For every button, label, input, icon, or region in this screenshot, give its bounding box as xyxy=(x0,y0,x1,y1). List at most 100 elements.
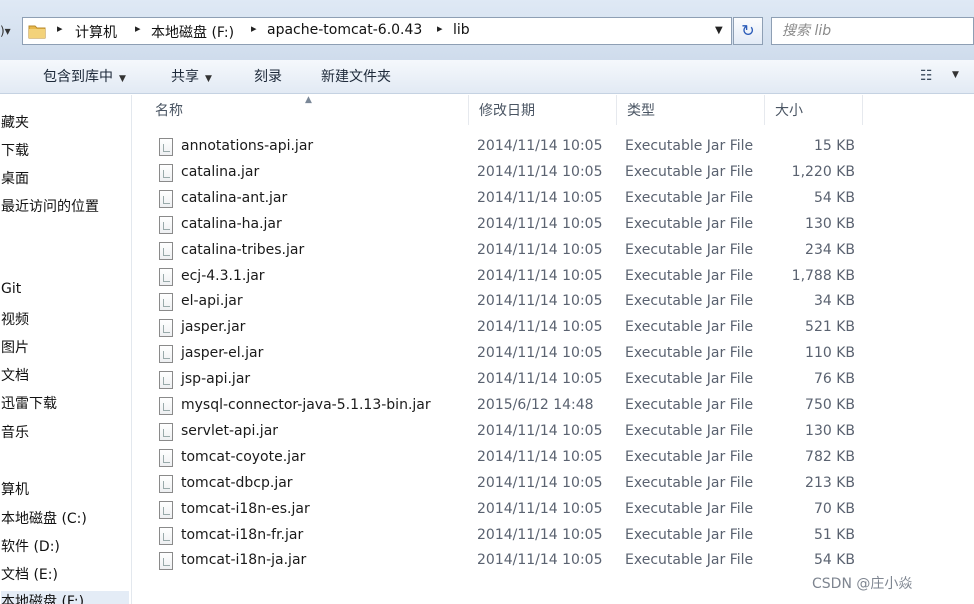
file-type: Executable Jar File xyxy=(625,319,754,336)
file-modified-date: 2014/11/14 10:05 xyxy=(477,319,603,336)
chevron-down-icon[interactable]: ▼ xyxy=(952,70,959,80)
column-header-name[interactable]: 名称 xyxy=(145,95,469,125)
file-list: ▲ 名称 修改日期 类型 大小 annotations-api.jar 2014… xyxy=(133,95,974,604)
breadcrumb-lib[interactable]: lib xyxy=(453,22,470,38)
file-row[interactable]: jasper-el.jar 2014/11/14 10:05 Executabl… xyxy=(133,342,974,368)
file-size: 34 KB xyxy=(813,293,855,310)
breadcrumb-computer[interactable]: 计算机 xyxy=(75,22,117,42)
burn-button[interactable]: 刻录 xyxy=(254,66,282,88)
file-row[interactable]: catalina-ha.jar 2014/11/14 10:05 Executa… xyxy=(133,213,974,239)
jar-file-icon xyxy=(159,319,173,338)
search-box[interactable] xyxy=(771,17,974,45)
column-header-date[interactable]: 修改日期 xyxy=(469,95,617,125)
file-row[interactable]: jasper.jar 2014/11/14 10:05 Executable J… xyxy=(133,316,974,342)
jar-file-icon xyxy=(159,422,173,441)
jar-file-icon xyxy=(159,526,173,545)
breadcrumb-separator[interactable]: ▸ xyxy=(251,22,257,35)
nav-item-pictures[interactable]: 图片 xyxy=(1,337,29,357)
file-row[interactable]: mysql-connector-java-5.1.13-bin.jar 2015… xyxy=(133,394,974,420)
jar-file-icon xyxy=(159,138,173,156)
file-row[interactable]: tomcat-dbcp.jar 2014/11/14 10:05 Executa… xyxy=(133,472,974,498)
file-row[interactable]: tomcat-i18n-es.jar 2014/11/14 10:05 Exec… xyxy=(133,498,974,524)
nav-item-drive-d[interactable]: 软件 (D:) xyxy=(1,536,60,556)
nav-item-downloads[interactable]: 下载 xyxy=(1,140,29,160)
file-name: jasper-el.jar xyxy=(181,345,264,362)
command-toolbar: 包含到库中 ▼ 共享 ▼ 刻录 新建文件夹 ☷ ▼ xyxy=(0,60,974,94)
breadcrumb-separator[interactable]: ▸ xyxy=(437,22,443,35)
nav-item-thunder-downloads[interactable]: 迅雷下载 xyxy=(1,393,57,413)
file-name: servlet-api.jar xyxy=(181,422,279,439)
breadcrumb-drive-f[interactable]: 本地磁盘 (F:) xyxy=(151,22,234,42)
jar-file-icon xyxy=(159,474,173,493)
nav-item-git[interactable]: Git xyxy=(1,281,21,297)
file-name: catalina.jar xyxy=(181,163,260,180)
file-row[interactable]: tomcat-coyote.jar 2014/11/14 10:05 Execu… xyxy=(133,446,974,472)
nav-item-videos[interactable]: 视频 xyxy=(1,309,29,329)
breadcrumb-tomcat[interactable]: apache-tomcat-6.0.43 xyxy=(267,22,422,38)
nav-item-favorites[interactable]: 藏夹 xyxy=(1,112,29,132)
nav-item-music[interactable]: 音乐 xyxy=(1,422,29,442)
file-size: 1,220 KB xyxy=(791,163,855,180)
file-row[interactable]: jsp-api.jar 2014/11/14 10:05 Executable … xyxy=(133,368,974,394)
file-name: catalina-ant.jar xyxy=(181,189,288,206)
file-row[interactable]: catalina-ant.jar 2014/11/14 10:05 Execut… xyxy=(133,187,974,213)
file-name: catalina-ha.jar xyxy=(181,215,282,232)
file-name: mysql-connector-java-5.1.13-bin.jar xyxy=(181,397,431,413)
file-type: Executable Jar File xyxy=(625,293,754,310)
file-row[interactable]: catalina.jar 2014/11/14 10:05 Executable… xyxy=(133,161,974,187)
new-folder-button[interactable]: 新建文件夹 xyxy=(321,66,391,88)
file-modified-date: 2014/11/14 10:05 xyxy=(477,526,603,543)
file-type: Executable Jar File xyxy=(625,241,754,258)
new-folder-label: 新建文件夹 xyxy=(321,69,391,85)
view-options-icon[interactable]: ☷ xyxy=(920,68,933,84)
file-name: el-api.jar xyxy=(181,293,243,310)
file-modified-date: 2014/11/14 10:05 xyxy=(477,241,603,258)
file-row[interactable]: catalina-tribes.jar 2014/11/14 10:05 Exe… xyxy=(133,239,974,265)
file-row[interactable]: tomcat-i18n-ja.jar 2014/11/14 10:05 Exec… xyxy=(133,549,974,575)
file-type: Executable Jar File xyxy=(625,371,754,388)
column-header-size[interactable]: 大小 xyxy=(765,95,863,125)
file-size: 782 KB xyxy=(805,448,855,465)
file-name: catalina-tribes.jar xyxy=(181,241,305,258)
jar-file-icon xyxy=(159,500,173,519)
file-row[interactable]: el-api.jar 2014/11/14 10:05 Executable J… xyxy=(133,290,974,316)
file-type: Executable Jar File xyxy=(625,552,754,569)
refresh-button[interactable]: ↻ xyxy=(733,17,763,45)
file-row[interactable]: tomcat-i18n-fr.jar 2014/11/14 10:05 Exec… xyxy=(133,524,974,550)
jar-file-icon xyxy=(159,397,173,415)
jar-file-icon xyxy=(159,371,173,390)
nav-item-desktop[interactable]: 桌面 xyxy=(1,168,29,188)
jar-file-icon xyxy=(159,241,173,260)
file-modified-date: 2014/11/14 10:05 xyxy=(477,215,603,232)
include-in-library-button[interactable]: 包含到库中 ▼ xyxy=(43,66,126,88)
nav-item-drive-c[interactable]: 本地磁盘 (C:) xyxy=(1,508,87,528)
file-modified-date: 2014/11/14 10:05 xyxy=(477,500,603,517)
search-input[interactable] xyxy=(782,21,967,41)
nav-item-computer[interactable]: 算机 xyxy=(1,479,29,499)
file-row[interactable]: ecj-4.3.1.jar 2014/11/14 10:05 Executabl… xyxy=(133,265,974,291)
share-button[interactable]: 共享 ▼ xyxy=(171,66,212,88)
file-row[interactable]: annotations-api.jar 2014/11/14 10:05 Exe… xyxy=(133,135,974,161)
file-modified-date: 2014/11/14 10:05 xyxy=(477,189,603,206)
nav-item-documents[interactable]: 文档 xyxy=(1,365,29,385)
file-modified-date: 2014/11/14 10:05 xyxy=(477,371,603,388)
file-name: ecj-4.3.1.jar xyxy=(181,267,265,284)
file-name: annotations-api.jar xyxy=(181,138,314,154)
file-type: Executable Jar File xyxy=(625,474,754,491)
breadcrumb-separator[interactable]: ▸ xyxy=(135,22,141,35)
file-modified-date: 2015/6/12 14:48 xyxy=(477,397,594,413)
share-label: 共享 xyxy=(171,69,199,85)
breadcrumb-separator[interactable]: ▸ xyxy=(57,22,63,35)
nav-item-drive-f[interactable]: 本地磁盘 (F:) xyxy=(1,591,129,604)
history-dropdown[interactable]: )▾ xyxy=(0,22,22,40)
file-modified-date: 2014/11/14 10:05 xyxy=(477,267,603,284)
address-dropdown-icon[interactable]: ▼ xyxy=(715,25,723,36)
file-type: Executable Jar File xyxy=(625,215,754,232)
address-bar[interactable]: ▸ 计算机 ▸ 本地磁盘 (F:) ▸ apache-tomcat-6.0.43… xyxy=(22,17,732,45)
file-size: 213 KB xyxy=(805,474,855,491)
chevron-down-icon: ▼ xyxy=(205,74,212,84)
nav-item-drive-e[interactable]: 文档 (E:) xyxy=(1,564,58,584)
column-header-type[interactable]: 类型 xyxy=(617,95,765,125)
nav-item-recent-places[interactable]: 最近访问的位置 xyxy=(1,196,99,216)
file-row[interactable]: servlet-api.jar 2014/11/14 10:05 Executa… xyxy=(133,420,974,446)
